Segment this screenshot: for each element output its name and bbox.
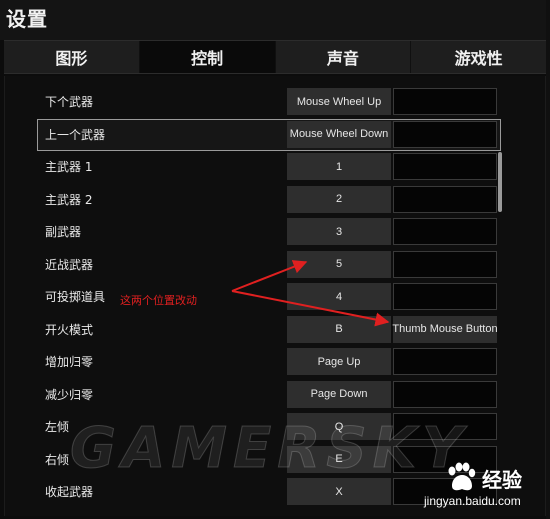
baidu-jingyan-label: 经验 bbox=[482, 468, 522, 492]
baidu-jingyan-watermark: 经验 jingyan.baidu.com bbox=[424, 456, 544, 514]
baidu-jingyan-url: jingyan.baidu.com bbox=[424, 494, 521, 508]
arrow-to-melee-key bbox=[231, 260, 308, 292]
annotation-arrows bbox=[231, 260, 390, 327]
paw-icon bbox=[448, 462, 476, 491]
annotation-text: 这两个位置改动 bbox=[120, 294, 197, 307]
arrow-to-fire-mode-key bbox=[231, 290, 390, 327]
